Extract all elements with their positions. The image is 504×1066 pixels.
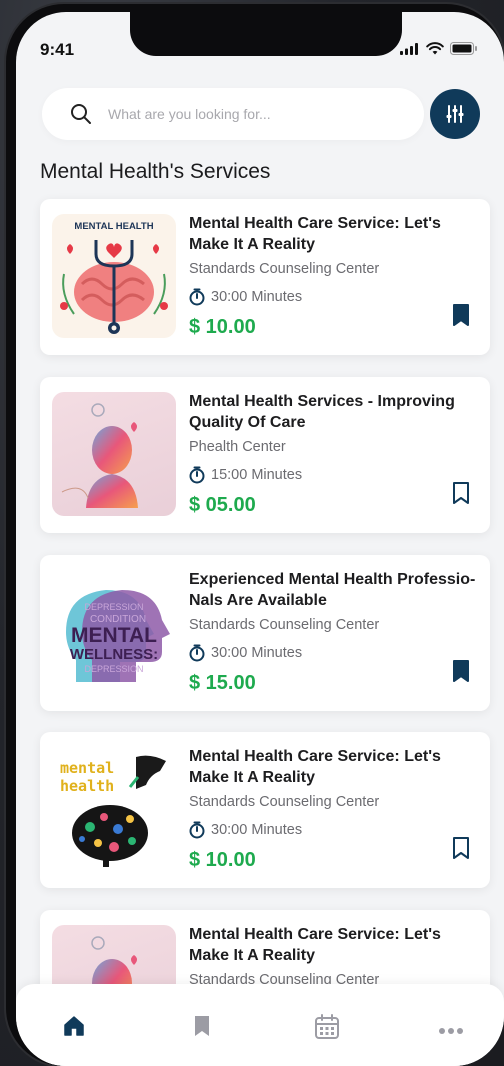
thumb-word-wellness: WELLNESS: — [70, 646, 158, 663]
section-title: Mental Health's Services — [40, 160, 271, 183]
home-icon — [64, 1016, 84, 1036]
timer-icon — [189, 288, 205, 306]
bookmark-filled-icon — [453, 304, 469, 326]
bookmark-button[interactable] — [452, 303, 470, 332]
timer-icon — [189, 821, 205, 839]
timer-icon — [189, 466, 205, 484]
wifi-icon — [426, 42, 444, 55]
bookmark-outline-icon — [453, 837, 469, 859]
service-title: Mental Health Care Service: Let's Make I… — [189, 926, 441, 964]
service-title: Experienced Mental Health Professio- Nal… — [189, 571, 476, 609]
search-input[interactable] — [108, 106, 388, 122]
nav-calendar[interactable] — [314, 1014, 340, 1045]
app-screen: 9:41 What are you looking for... Mental … — [16, 12, 504, 1066]
bookmark-button[interactable] — [452, 659, 470, 688]
status-time: 9:41 — [40, 40, 75, 59]
service-price: $ 05.00 — [189, 494, 256, 516]
thumb-word-mental: MENTAL — [71, 624, 157, 647]
search-icon — [71, 104, 91, 124]
service-center: Standards Counseling Center — [189, 794, 380, 810]
service-duration: 15:00 Minutes — [189, 466, 302, 484]
bookmark-button[interactable] — [452, 836, 470, 865]
service-center: Standards Counseling Center — [189, 261, 380, 277]
service-card[interactable]: mental health Mental Health Care Service… — [40, 732, 490, 888]
signal-icon — [400, 42, 418, 55]
duration-text: 30:00 Minutes — [211, 289, 303, 305]
service-price: $ 10.00 — [189, 849, 256, 871]
nav-home[interactable] — [62, 1014, 86, 1043]
bookmark-button[interactable] — [452, 481, 470, 510]
thumb-word-depression-bottom: DEPRESSION — [84, 664, 143, 674]
filter-sliders-icon — [446, 105, 464, 123]
service-title: Mental Health Services - Improving Quali… — [189, 393, 455, 431]
bookmark-filled-icon — [453, 660, 469, 682]
nav-more[interactable] — [438, 1022, 464, 1040]
bottom-navigation — [16, 984, 504, 1066]
calendar-icon — [315, 1014, 339, 1039]
service-card[interactable]: MENTAL HEALTH Mental Health Care Service… — [40, 199, 490, 355]
thumb-word-depression-top: DEPRESSION — [84, 602, 143, 612]
phone-notch — [130, 12, 402, 56]
battery-icon — [450, 42, 477, 55]
phone-frame: 9:41 What are you looking for... Mental … — [6, 4, 504, 1066]
service-price: $ 15.00 — [189, 672, 256, 694]
duration-text: 30:00 Minutes — [211, 822, 303, 838]
bookmark-outline-icon — [453, 482, 469, 504]
thumb-handwritten-mental: mental — [60, 759, 114, 777]
filter-button[interactable] — [430, 89, 480, 139]
service-card[interactable]: Mental Health Services - Improving Quali… — [40, 377, 490, 533]
service-card[interactable]: DEPRESSION CONDITION MENTAL WELLNESS: DE… — [40, 555, 490, 711]
nav-bookmarks[interactable] — [192, 1014, 212, 1043]
service-duration: 30:00 Minutes — [189, 644, 302, 662]
thumb-handwritten-health: health — [60, 777, 114, 795]
service-duration: 30:00 Minutes — [189, 821, 302, 839]
service-image-brain-stethoscope: MENTAL HEALTH — [52, 214, 176, 338]
duration-text: 15:00 Minutes — [211, 467, 303, 483]
duration-text: 30:00 Minutes — [211, 645, 303, 661]
service-image-head-silhouette — [52, 392, 176, 516]
service-duration: 30:00 Minutes — [189, 288, 302, 306]
service-title: Mental Health Care Service: Let's Make I… — [189, 748, 441, 786]
service-price: $ 10.00 — [189, 316, 256, 338]
service-image-mental-wellness: DEPRESSION CONDITION MENTAL WELLNESS: DE… — [52, 570, 176, 694]
more-icon — [439, 1028, 463, 1034]
service-center: Phealth Center — [189, 439, 286, 455]
thumb-banner-text: MENTAL HEALTH — [74, 221, 153, 232]
search-bar[interactable] — [42, 88, 424, 140]
status-icons — [400, 42, 478, 55]
service-title: Mental Health Care Service: Let's Make I… — [189, 215, 441, 253]
bookmark-icon — [195, 1016, 209, 1036]
timer-icon — [189, 644, 205, 662]
service-center: Standards Counseling Center — [189, 617, 380, 633]
service-image-colorful-brain: mental health — [52, 747, 176, 871]
